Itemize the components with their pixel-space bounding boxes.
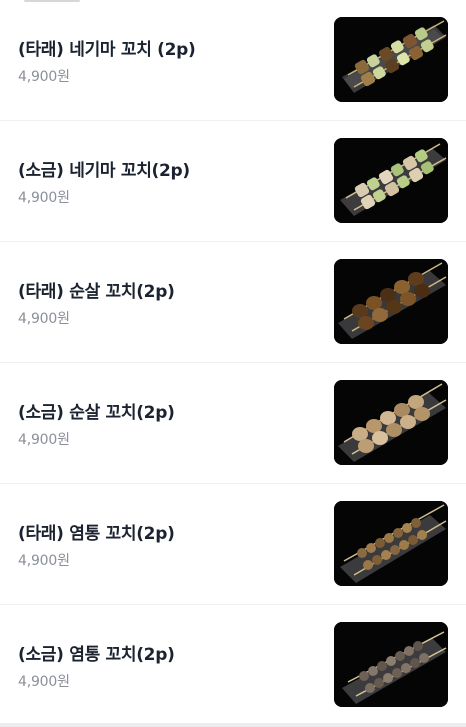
- heart-tare-skewer-photo: [334, 501, 448, 586]
- menu-item-name: (소금) 염통 꼬치(2p): [18, 645, 175, 665]
- menu-item-photo[interactable]: [334, 501, 448, 586]
- menu-item-name: (소금) 네기마 꼬치(2p): [18, 161, 190, 181]
- menu-item-photo[interactable]: [334, 380, 448, 465]
- menu-item-price: 4,900원: [18, 69, 70, 85]
- menu-list: (타래) 네기마 꼬치 (2p) 4,900원 (소금) 네기마 꼬치(2p) …: [0, 0, 466, 726]
- menu-item-photo[interactable]: [334, 622, 448, 707]
- menu-item-photo[interactable]: [334, 138, 448, 223]
- menu-item-price: 4,900원: [18, 190, 70, 206]
- menu-item-name: (타래) 순살 꼬치(2p): [18, 282, 175, 302]
- menu-item[interactable]: (타래) 염통 꼬치(2p) 4,900원: [0, 484, 466, 605]
- menu-item[interactable]: (타래) 순살 꼬치(2p) 4,900원: [0, 242, 466, 363]
- bottom-edge-bar: [0, 723, 466, 727]
- negima-salt-skewer-photo: [334, 138, 448, 223]
- menu-item-name: (소금) 순살 꼬치(2p): [18, 403, 175, 423]
- menu-item-price: 4,900원: [18, 311, 70, 327]
- menu-item-name: (타래) 네기마 꼬치 (2p): [18, 40, 196, 60]
- menu-item-photo[interactable]: [334, 17, 448, 102]
- heart-salt-skewer-photo: [334, 622, 448, 707]
- menu-item[interactable]: (소금) 순살 꼬치(2p) 4,900원: [0, 363, 466, 484]
- menu-item-photo[interactable]: [334, 259, 448, 344]
- menu-item-price: 4,900원: [18, 553, 70, 569]
- negima-skewer-photo: [334, 17, 448, 102]
- menu-item[interactable]: (타래) 네기마 꼬치 (2p) 4,900원: [0, 0, 466, 121]
- menu-item-name: (타래) 염통 꼬치(2p): [18, 524, 175, 544]
- menu-item-price: 4,900원: [18, 432, 70, 448]
- chicken-tare-skewer-photo: [334, 259, 448, 344]
- menu-item[interactable]: (소금) 네기마 꼬치(2p) 4,900원: [0, 121, 466, 242]
- chicken-salt-skewer-photo: [334, 380, 448, 465]
- menu-item-price: 4,900원: [18, 674, 70, 690]
- menu-item[interactable]: (소금) 염통 꼬치(2p) 4,900원: [0, 605, 466, 726]
